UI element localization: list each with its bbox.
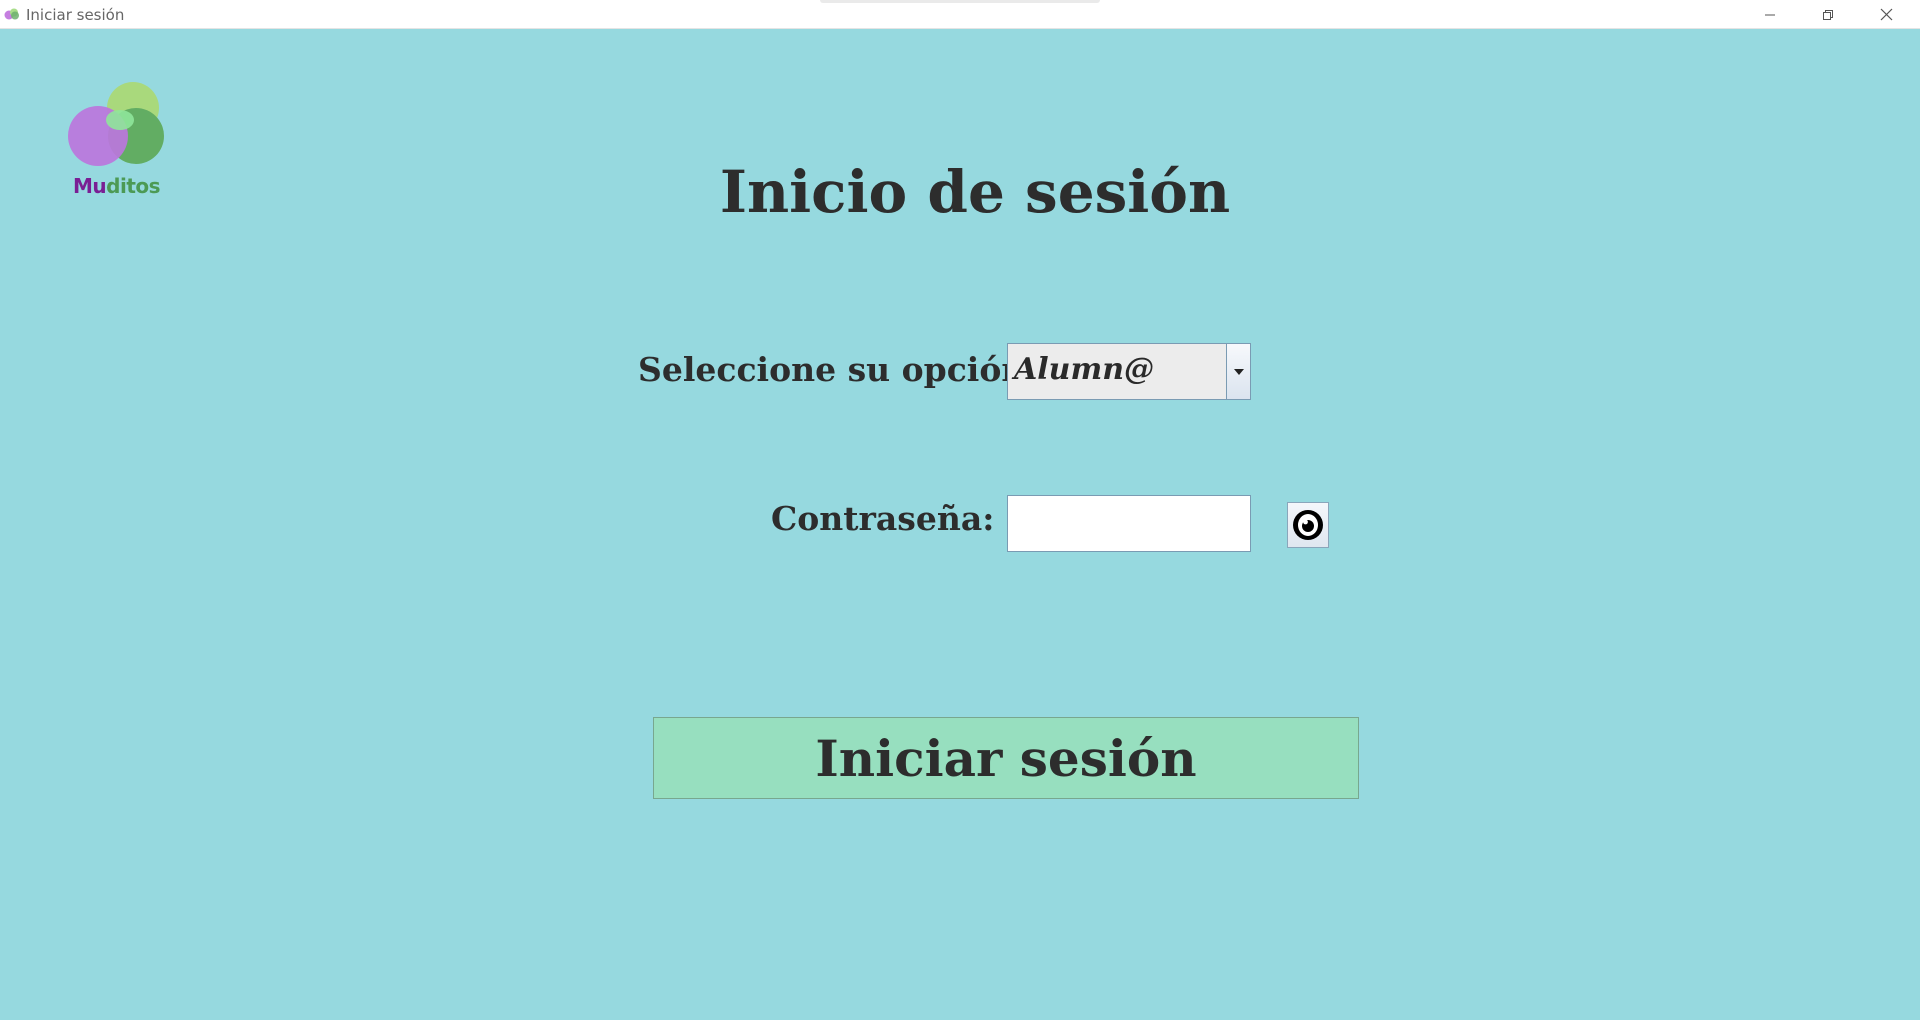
password-label: Contraseña: — [771, 499, 995, 538]
minimize-button[interactable] — [1741, 0, 1799, 29]
login-button[interactable]: Iniciar sesión — [653, 717, 1359, 799]
restore-icon — [1823, 9, 1833, 20]
window-title: Iniciar sesión — [26, 6, 125, 24]
show-password-button[interactable] — [1287, 502, 1329, 548]
role-select-arrow-button[interactable] — [1226, 344, 1250, 399]
titlebar-notch — [820, 0, 1100, 3]
close-button[interactable] — [1857, 0, 1915, 29]
role-select-value: Alumn@ — [1014, 352, 1155, 387]
app-logo-icon — [4, 8, 19, 20]
chevron-down-icon — [1233, 368, 1244, 375]
close-icon — [1880, 8, 1892, 21]
role-select[interactable]: Alumn@ — [1007, 343, 1251, 400]
eye-icon — [1293, 510, 1323, 540]
minimize-icon — [1765, 14, 1775, 15]
page-title: Inicio de sesión — [719, 158, 1231, 226]
window-titlebar: Iniciar sesión — [0, 0, 1920, 29]
restore-button[interactable] — [1799, 0, 1857, 29]
password-field[interactable] — [1007, 495, 1251, 552]
option-label: Seleccione su opción: — [638, 350, 1038, 389]
